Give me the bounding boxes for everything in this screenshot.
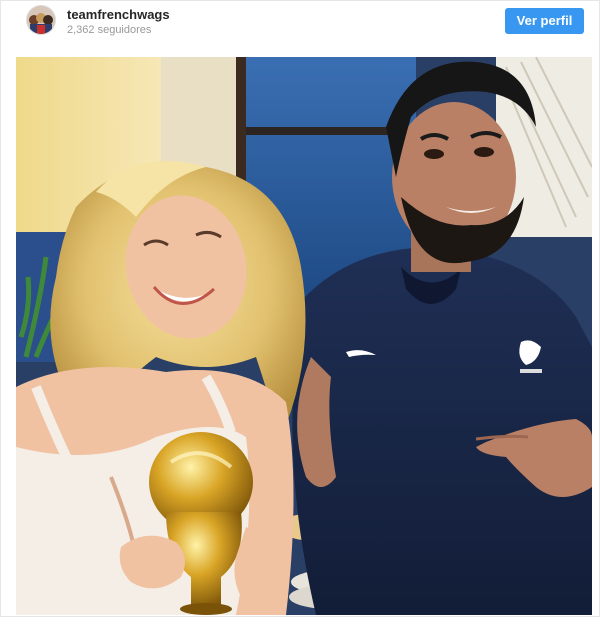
username[interactable]: teamfrenchwags <box>67 7 170 22</box>
followers-count: 2,362 seguidores <box>67 24 152 36</box>
avatar-image <box>27 6 55 34</box>
instagram-embed: teamfrenchwags 2,362 seguidores Ver perf… <box>0 0 600 617</box>
profile-avatar[interactable] <box>27 6 55 34</box>
post-photo[interactable] <box>16 57 592 615</box>
photo-image <box>16 57 592 615</box>
post-header: teamfrenchwags 2,362 seguidores Ver perf… <box>1 1 600 49</box>
view-profile-button[interactable]: Ver perfil <box>505 8 584 34</box>
